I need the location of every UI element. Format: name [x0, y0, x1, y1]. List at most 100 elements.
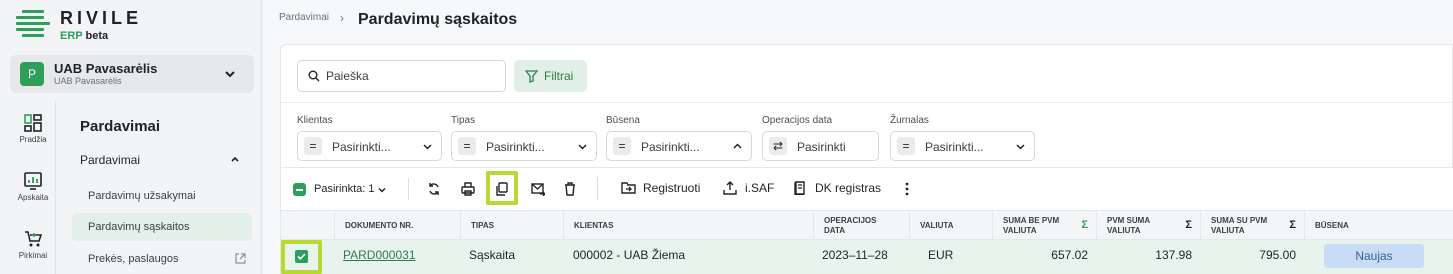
chevron-up-icon[interactable] [229, 153, 241, 165]
filter-date[interactable]: ⇄ Pasirinkti [762, 131, 879, 161]
breadcrumb-parent[interactable]: Pardavimai [279, 12, 329, 23]
brand-erp: ERP [60, 30, 83, 42]
chevron-down-icon[interactable] [377, 185, 387, 195]
delete-button[interactable] [559, 178, 581, 200]
col-label-2: DATA [824, 226, 846, 235]
folder-import-icon [621, 182, 636, 194]
col-busena[interactable]: BŪSENA [1304, 211, 1453, 239]
filter-select[interactable]: = Pasirinkti... [297, 131, 442, 161]
external-link-icon [235, 253, 246, 264]
sum-icon[interactable]: Σ [1289, 220, 1296, 231]
sum-icon[interactable]: Σ [1185, 220, 1192, 231]
filter-label: Būsena [606, 115, 640, 126]
filters-button[interactable]: Filtrai [514, 60, 587, 92]
col-klientas[interactable]: KLIENTAS [563, 211, 813, 239]
col-label-2: VALIUTA [1003, 226, 1037, 235]
refresh-icon [429, 183, 439, 195]
filter-operacijos-data: Operacijos data ⇄ Pasirinkti [762, 115, 879, 161]
swap-icon[interactable]: ⇄ [769, 137, 787, 155]
chevron-up-icon [733, 143, 742, 149]
col-suma-su-pvm[interactable]: SUMA SU PVM VALIUTA Σ [1200, 211, 1304, 239]
email-send-icon [531, 183, 545, 196]
sidebar: RIVILE ERP beta P UAB Pavasarėlis UAB Pa… [0, 0, 262, 274]
chevron-down-icon [225, 71, 235, 78]
col-label-2: VALIUTA [1107, 226, 1141, 235]
col-tipas[interactable]: TIPAS [460, 211, 563, 239]
company-selector[interactable]: P UAB Pavasarėlis UAB Pavasarėlis [10, 55, 254, 93]
search-field[interactable] [297, 60, 506, 92]
logo[interactable]: RIVILE ERP beta [16, 8, 216, 44]
filters-button-label: Filtrai [544, 69, 574, 83]
filter-value: Pasirinkti... [641, 140, 700, 154]
rail-label: Apskaita [17, 193, 49, 202]
rail-item-pradzia[interactable]: Pradžia [10, 114, 56, 144]
filter-value: Pasirinkti [797, 140, 846, 154]
filter-value: Pasirinkti... [925, 140, 984, 154]
nav-item-saskaitos-label: Pardavimų sąskaitos [88, 221, 190, 233]
filter-label: Operacijos data [762, 115, 833, 126]
module-rail: Pradžia Apskaita Pirkimai [10, 100, 56, 274]
more-button[interactable] [896, 178, 918, 200]
company-name: UAB Pavasarėlis [54, 61, 158, 76]
filter-operator[interactable]: = [613, 137, 631, 155]
filter-select[interactable]: = Pasirinkti... [890, 131, 1035, 161]
filter-label: Tipas [451, 115, 476, 126]
col-label: VALIUTA [920, 221, 954, 230]
main-content: Pardavimai › Pardavimų sąskaitos Filtrai… [263, 0, 1453, 274]
nav-group-pardavimai[interactable]: Pardavimai [80, 153, 140, 167]
col-operacijos-data[interactable]: OPERACIJOS DATA [813, 211, 909, 239]
rail-item-apskaita[interactable]: Apskaita [10, 172, 56, 202]
rail-item-pirkimai[interactable]: Pirkimai [10, 230, 56, 260]
col-label: TIPAS [471, 221, 494, 230]
header-checkbox-cell [281, 211, 334, 239]
doc-link[interactable]: PARD000031 [343, 248, 416, 262]
email-button[interactable] [527, 178, 549, 200]
filter-tipas: Tipas = Pasirinkti... [451, 115, 597, 161]
col-pvm-suma[interactable]: PVM SUMA VALIUTA Σ [1096, 211, 1200, 239]
print-button[interactable] [457, 178, 479, 200]
nav-item-uzsakymai[interactable]: Pardavimų užsakymai [88, 190, 196, 202]
filter-operator[interactable]: = [304, 137, 322, 155]
nav-item-prekes[interactable]: Prekės, paslaugos [88, 253, 179, 265]
trash-icon [565, 182, 575, 196]
cell-currency: EUR [928, 248, 954, 262]
filter-operator[interactable]: = [458, 137, 476, 155]
breadcrumb-separator: › [340, 11, 344, 25]
copy-button[interactable] [491, 178, 513, 200]
brand-beta: beta [85, 30, 109, 42]
module-nav: Pardavimai Pardavimai Pardavimų užsakyma… [62, 100, 258, 274]
col-label: DOKUMENTO NR. [345, 221, 414, 230]
table-header: DOKUMENTO NR. TIPAS KLIENTAS OPERACIJOS D… [280, 210, 1453, 240]
filter-value: Pasirinkti... [486, 140, 545, 154]
upload-icon [723, 181, 737, 195]
sum-icon[interactable]: Σ [1081, 220, 1088, 231]
selected-count[interactable]: Pasirinkta: 1 [314, 183, 375, 195]
filter-label: Klientas [297, 115, 333, 126]
row-checkbox[interactable] [295, 250, 308, 263]
refresh-button[interactable] [423, 178, 445, 200]
col-label: SUMA SU PVM [1211, 216, 1268, 225]
col-dokumento-nr[interactable]: DOKUMENTO NR. [334, 211, 460, 239]
divider [597, 178, 598, 200]
cell-doc-number[interactable]: PARD000031 [343, 248, 416, 262]
filter-select[interactable]: = Pasirinkti... [451, 131, 597, 161]
filter-label: Žurnalas [890, 115, 929, 126]
col-valiuta[interactable]: VALIUTA [909, 211, 992, 239]
col-label-2: VALIUTA [1211, 226, 1245, 235]
dk-register-label: DK registras [815, 181, 882, 195]
isaf-label: i.SAF [745, 181, 775, 195]
rail-label: Pirkimai [18, 251, 48, 260]
filter-select[interactable]: = Pasirinkti... [606, 131, 752, 161]
col-suma-be-pvm[interactable]: SUMA BE PVM VALIUTA Σ [992, 211, 1096, 239]
filter-operator[interactable]: = [897, 137, 915, 155]
select-all-checkbox[interactable] [293, 183, 306, 196]
cell-gross-amount: 795.00 [1259, 248, 1296, 262]
company-avatar: P [20, 62, 44, 86]
chevron-down-icon [423, 144, 432, 150]
status-badge: Naujas [1324, 244, 1424, 268]
search-input[interactable] [326, 68, 496, 84]
rail-label: Pradžia [19, 135, 47, 144]
chevron-down-icon [578, 144, 587, 150]
ledger-icon [794, 181, 805, 195]
table-row[interactable]: PARD000031 Sąskaita 000002 - UAB Žiema 2… [280, 240, 1453, 274]
